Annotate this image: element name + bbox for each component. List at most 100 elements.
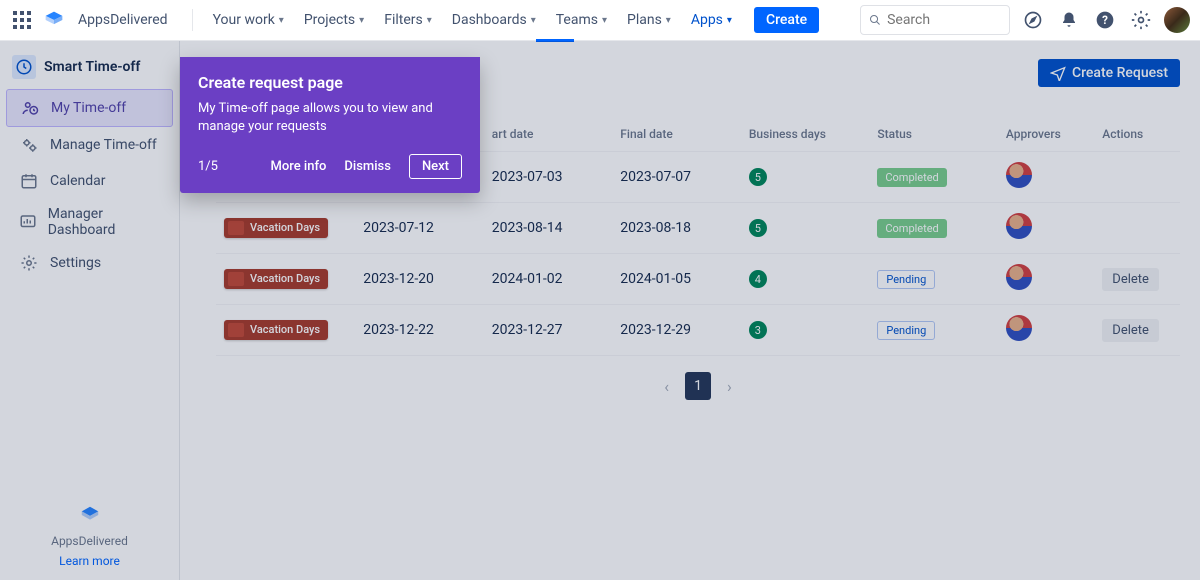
pager-next[interactable]: › <box>719 373 740 400</box>
status-badge: Pending <box>877 270 935 289</box>
calendar-icon <box>18 170 40 192</box>
plane-icon <box>1050 65 1066 81</box>
vendor-name: AppsDelivered <box>0 534 179 548</box>
status-badge: Completed <box>877 168 946 187</box>
notification-bell-icon[interactable] <box>1056 7 1082 33</box>
compass-icon[interactable] <box>1020 7 1046 33</box>
sidebar-item-manage-timeoff[interactable]: Manage Time-off <box>6 127 173 163</box>
create-request-button[interactable]: Create Request <box>1038 59 1180 87</box>
dashboard-icon <box>18 211 38 233</box>
cell-start-date: 2023-12-22 <box>355 305 484 356</box>
sidebar-title: Smart Time-off <box>44 59 140 75</box>
col-submit-date[interactable]: art date <box>484 119 613 152</box>
nav-teams[interactable]: Teams▾ <box>550 8 613 32</box>
top-nav: AppsDelivered Your work ▾ Projects ▾ Filte… <box>0 0 1200 41</box>
cell-submit-date: 2023-07-03 <box>484 152 613 203</box>
vendor-logo-icon <box>0 504 179 530</box>
cell-start-date: 2023-12-20 <box>355 254 484 305</box>
col-status[interactable]: Status <box>869 119 998 152</box>
nav-your-work[interactable]: Your work ▾ <box>207 8 290 32</box>
chevron-down-icon: ▾ <box>279 15 284 26</box>
cell-final-date: 2024-01-05 <box>612 254 741 305</box>
pagination: ‹ 1 › <box>216 372 1180 400</box>
table-row: Vacation Days 2023-12-22 2023-12-27 2023… <box>216 305 1180 356</box>
nav-apps[interactable]: Apps ▾ <box>685 8 738 32</box>
settings-icon <box>18 252 40 274</box>
cell-submit-date: 2023-12-27 <box>484 305 613 356</box>
popover-dismiss[interactable]: Dismiss <box>344 159 391 174</box>
delete-button[interactable]: Delete <box>1102 268 1159 291</box>
sidebar-item-settings[interactable]: Settings <box>6 245 173 281</box>
table-row: Vacation Days 2023-12-20 2024-01-02 2024… <box>216 254 1180 305</box>
nav-label: Dashboards <box>452 12 527 28</box>
nav-projects[interactable]: Projects ▾ <box>298 8 370 32</box>
vacation-icon <box>228 221 244 235</box>
sidebar-item-calendar[interactable]: Calendar <box>6 163 173 199</box>
learn-more-link[interactable]: Learn more <box>0 554 179 568</box>
chevron-down-icon: ▾ <box>359 15 364 26</box>
app-switcher-icon[interactable] <box>10 8 34 32</box>
col-actions[interactable]: Actions <box>1094 119 1180 152</box>
sidebar-item-label: Calendar <box>50 173 106 189</box>
nav-filters[interactable]: Filters ▾ <box>378 8 438 32</box>
nav-label: Apps <box>691 12 723 28</box>
nav-label: Projects <box>304 12 355 28</box>
status-badge: Pending <box>877 321 935 340</box>
nav-plans[interactable]: Plans▾ <box>621 8 677 32</box>
chevron-down-icon: ▾ <box>666 15 671 26</box>
sidebar-item-my-timeoff[interactable]: My Time-off <box>6 89 173 127</box>
table-row: Vacation Days 2023-07-12 2023-08-14 2023… <box>216 203 1180 254</box>
popover-more-info[interactable]: More info <box>270 159 326 174</box>
cell-submit-date: 2023-08-14 <box>484 203 613 254</box>
cell-submit-date: 2024-01-02 <box>484 254 613 305</box>
popover-step: 1/5 <box>198 159 218 174</box>
chevron-down-icon: ▾ <box>727 15 732 26</box>
approver-avatar[interactable] <box>1006 264 1032 290</box>
offtime-type-pill: Vacation Days <box>224 218 328 238</box>
chevron-down-icon: ▾ <box>427 15 432 26</box>
sidebar-item-manager-dashboard[interactable]: Manager Dashboard <box>6 199 173 245</box>
nav-separator <box>192 9 193 31</box>
popover-next[interactable]: Next <box>409 154 462 179</box>
col-approvers[interactable]: Approvers <box>998 119 1094 152</box>
popover-actions: 1/5 More info Dismiss Next <box>198 154 462 179</box>
approver-avatar[interactable] <box>1006 213 1032 239</box>
cell-final-date: 2023-12-29 <box>612 305 741 356</box>
brand-name: AppsDelivered <box>78 12 168 28</box>
status-badge: Completed <box>877 219 946 238</box>
app-icon <box>12 55 36 79</box>
user-avatar[interactable] <box>1164 7 1190 33</box>
nav-label: Filters <box>384 12 423 28</box>
settings-gear-icon[interactable] <box>1128 7 1154 33</box>
approver-avatar[interactable] <box>1006 162 1032 188</box>
help-icon[interactable]: ? <box>1092 7 1118 33</box>
delete-button[interactable]: Delete <box>1102 319 1159 342</box>
col-final-date[interactable]: Final date <box>612 119 741 152</box>
cell-final-date: 2023-08-18 <box>612 203 741 254</box>
onboarding-popover: Create request page My Time-off page all… <box>180 57 480 193</box>
col-business-days[interactable]: Business days <box>741 119 870 152</box>
cell-start-date: 2023-07-12 <box>355 203 484 254</box>
search-icon <box>869 13 881 27</box>
chevron-down-icon: ▾ <box>531 15 536 26</box>
approver-avatar[interactable] <box>1006 315 1032 341</box>
pager-current-page[interactable]: 1 <box>685 372 711 400</box>
sidebar-item-label: My Time-off <box>51 100 126 116</box>
vacation-icon <box>228 323 244 337</box>
gears-icon <box>18 134 40 156</box>
offtime-type-pill: Vacation Days <box>224 320 328 340</box>
business-days-badge: 4 <box>749 270 767 288</box>
create-request-label: Create Request <box>1072 65 1168 81</box>
sidebar-item-label: Manage Time-off <box>50 137 157 153</box>
create-button[interactable]: Create <box>754 7 819 33</box>
pager-prev[interactable]: ‹ <box>656 373 677 400</box>
global-search[interactable] <box>860 5 1010 35</box>
nav-dashboards[interactable]: Dashboards ▾ <box>446 8 542 32</box>
search-input[interactable] <box>887 12 1001 28</box>
nav-label: Your work <box>213 12 275 28</box>
business-days-badge: 5 <box>749 219 767 237</box>
sidebar-item-label: Manager Dashboard <box>48 206 161 238</box>
sidebar-footer: AppsDelivered Learn more <box>0 504 179 568</box>
product-logo-icon <box>42 8 66 32</box>
topnav-right: ? <box>860 5 1190 35</box>
